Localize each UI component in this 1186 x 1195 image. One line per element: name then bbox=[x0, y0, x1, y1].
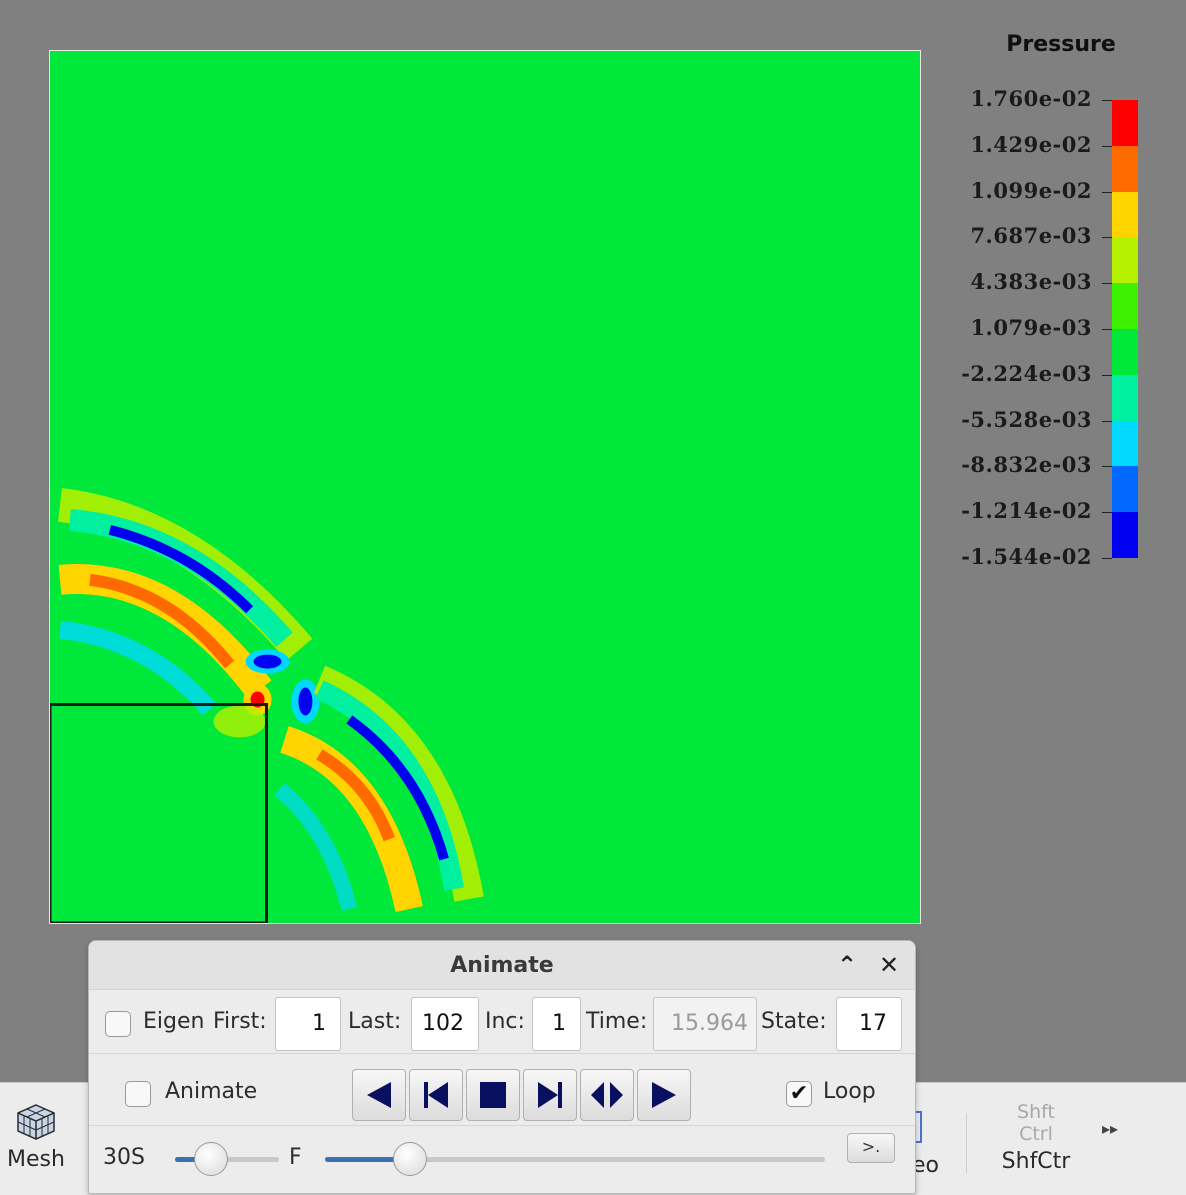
legend-swatch bbox=[1112, 466, 1138, 513]
ctrl-hint: Ctrl bbox=[1019, 1123, 1053, 1145]
stop-button[interactable] bbox=[466, 1069, 520, 1121]
last-label: Last: bbox=[348, 1009, 402, 1034]
bounce-icon bbox=[591, 1082, 623, 1108]
shift-hint: Shft bbox=[1017, 1101, 1055, 1123]
bounce-button[interactable] bbox=[580, 1069, 634, 1121]
play-icon bbox=[652, 1082, 676, 1108]
animate-label: Animate bbox=[165, 1079, 258, 1104]
step-forward-button[interactable] bbox=[523, 1069, 577, 1121]
legend-label: -5.528e-03 bbox=[961, 406, 1092, 432]
command-button[interactable]: >. bbox=[847, 1133, 895, 1163]
dialog-title: Animate bbox=[89, 941, 915, 990]
legend-tick bbox=[1102, 100, 1112, 101]
legend-tick bbox=[1102, 374, 1112, 376]
legend-title: Pressure bbox=[1006, 32, 1116, 57]
legend-swatch bbox=[1112, 283, 1138, 330]
legend-label: -2.224e-03 bbox=[961, 360, 1092, 386]
legend-tick bbox=[1102, 558, 1112, 559]
loop-label: Loop bbox=[823, 1079, 876, 1104]
time-field: 15.964 bbox=[653, 997, 757, 1051]
shfctr-label: ShfCtr bbox=[1001, 1149, 1071, 1174]
playback-row: Animate ✔ Loop bbox=[89, 1063, 915, 1126]
eigen-checkbox[interactable] bbox=[105, 1011, 131, 1037]
legend-swatch bbox=[1112, 191, 1138, 238]
legend-label: 1.429e-02 bbox=[970, 131, 1092, 157]
legend-tick bbox=[1102, 283, 1112, 285]
legend-tick bbox=[1102, 145, 1112, 147]
mesh-label: Mesh bbox=[7, 1147, 65, 1172]
contour-plot[interactable] bbox=[49, 50, 921, 924]
step-back-button[interactable] bbox=[409, 1069, 463, 1121]
state-field[interactable]: 17 bbox=[836, 997, 902, 1051]
legend-swatch bbox=[1112, 374, 1138, 421]
last-field[interactable]: 102 bbox=[411, 997, 479, 1051]
video-button-label[interactable]: eo bbox=[912, 1153, 939, 1178]
legend-label: -1.214e-02 bbox=[961, 498, 1092, 524]
range-row: Eigen First: 1 Last: 102 Inc: 1 Time: 15… bbox=[89, 995, 915, 1054]
legend-swatch bbox=[1112, 100, 1138, 146]
stop-icon bbox=[480, 1082, 506, 1108]
inc-field[interactable]: 1 bbox=[532, 997, 581, 1051]
state-label: State: bbox=[761, 1009, 827, 1034]
time-label: Time: bbox=[586, 1009, 648, 1034]
eigen-label: Eigen bbox=[143, 1009, 205, 1034]
legend-label: 1.079e-03 bbox=[970, 315, 1092, 340]
legend-label: 4.383e-03 bbox=[970, 269, 1092, 295]
first-label: First: bbox=[213, 1009, 267, 1034]
speed-slider[interactable] bbox=[175, 1142, 279, 1176]
animate-dialog: Animate ⌃ ✕ Eigen First: 1 Last: 102 Inc… bbox=[88, 940, 916, 1194]
rewind-to-start-button[interactable] bbox=[352, 1069, 406, 1121]
legend-label: -1.544e-02 bbox=[961, 544, 1092, 569]
loop-checkbox[interactable]: ✔ bbox=[786, 1081, 812, 1107]
legend-label: 7.687e-03 bbox=[970, 223, 1092, 249]
shift-ctrl-button[interactable]: Shft Ctrl ShfCtr bbox=[996, 1101, 1076, 1174]
legend-label: -8.832e-03 bbox=[961, 452, 1092, 478]
legend-swatch bbox=[1112, 420, 1138, 467]
slider-row: 30S F >. bbox=[89, 1131, 915, 1189]
collapse-chevron-up-icon[interactable]: ⌃ bbox=[833, 951, 861, 979]
legend-label: 1.099e-02 bbox=[970, 177, 1092, 203]
animate-checkbox[interactable] bbox=[125, 1081, 151, 1107]
legend-swatch bbox=[1112, 145, 1138, 192]
rewind-icon bbox=[367, 1082, 391, 1108]
toolbar-separator bbox=[966, 1113, 967, 1173]
step-back-icon bbox=[424, 1082, 448, 1108]
speed-slider-knob[interactable] bbox=[194, 1142, 228, 1176]
step-forward-icon bbox=[538, 1082, 562, 1108]
double-chevron-right-icon[interactable]: ▸▸ bbox=[1102, 1119, 1118, 1138]
speed-fast-label: F bbox=[289, 1145, 302, 1170]
legend-tick bbox=[1102, 466, 1112, 468]
legend-tick bbox=[1102, 237, 1112, 239]
legend-swatch bbox=[1112, 237, 1138, 284]
state-slider[interactable] bbox=[325, 1142, 825, 1176]
legend-swatch bbox=[1112, 329, 1138, 375]
speed-slow-label: 30S bbox=[103, 1145, 145, 1170]
close-icon[interactable]: ✕ bbox=[875, 951, 903, 979]
pressure-wave-field bbox=[50, 488, 484, 923]
first-field[interactable]: 1 bbox=[275, 997, 341, 1051]
inc-label: Inc: bbox=[485, 1009, 525, 1034]
legend-tick bbox=[1102, 512, 1112, 514]
mesh-button[interactable]: Mesh bbox=[0, 1103, 72, 1172]
legend-tick bbox=[1102, 191, 1112, 193]
play-button[interactable] bbox=[637, 1069, 691, 1121]
legend-tick bbox=[1102, 329, 1112, 330]
state-slider-knob[interactable] bbox=[393, 1142, 427, 1176]
obstacle-box bbox=[50, 703, 268, 923]
legend-tick bbox=[1102, 420, 1112, 422]
legend-label: 1.760e-02 bbox=[970, 86, 1092, 111]
legend-swatch bbox=[1112, 512, 1138, 559]
mesh-cube-icon bbox=[17, 1104, 55, 1140]
